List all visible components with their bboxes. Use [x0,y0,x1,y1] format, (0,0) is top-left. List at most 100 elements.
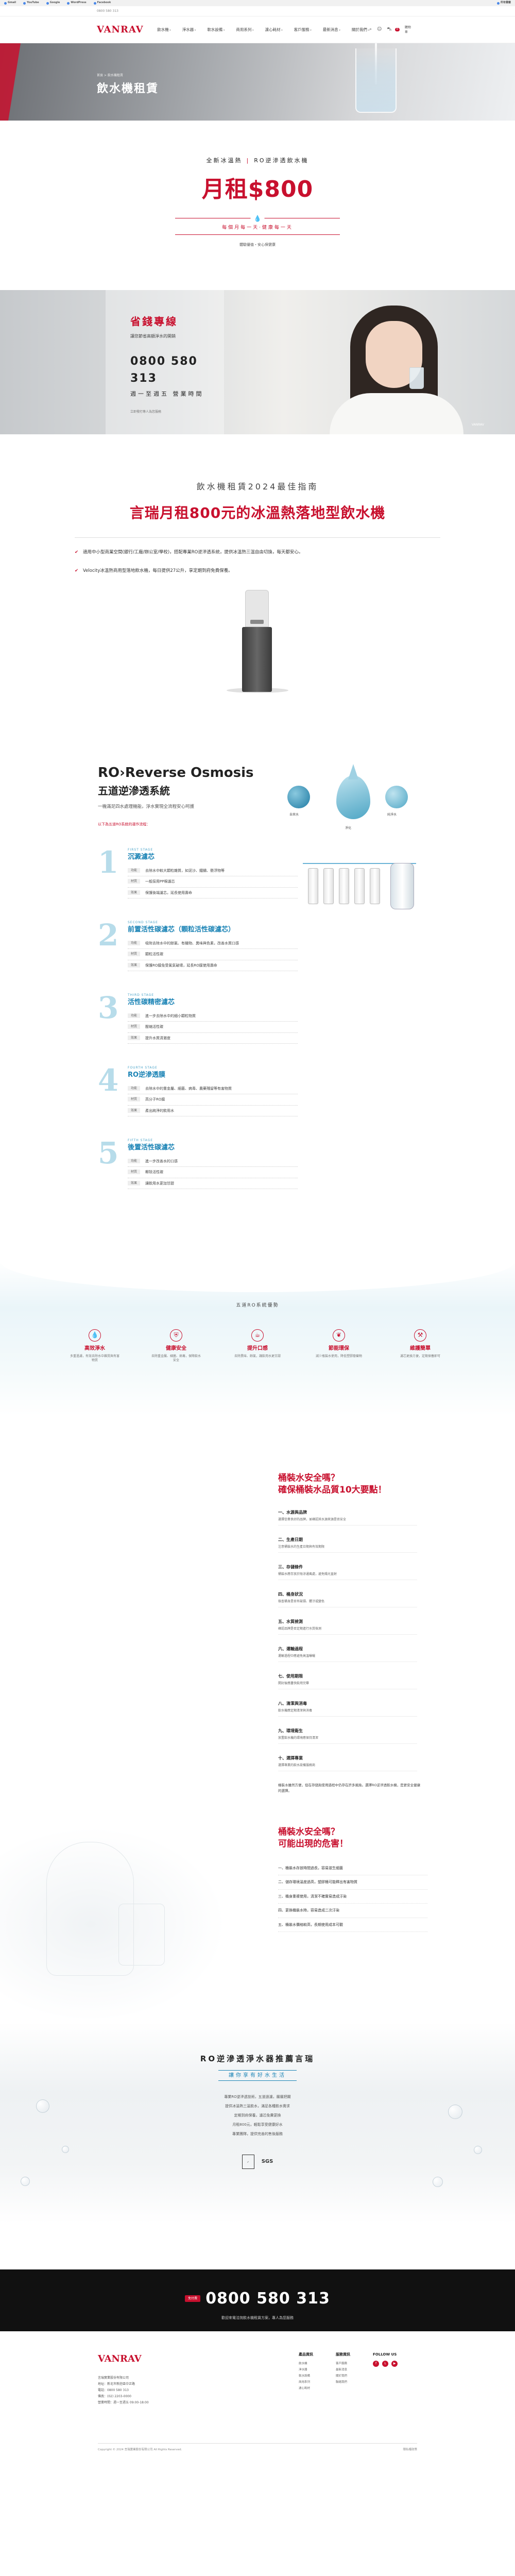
shield-icon: ⛨ [170,1329,182,1342]
topbar-phone[interactable]: 0800 580 313 [97,9,118,13]
benefits-title: 五道RO系統優勢 [236,1303,279,1309]
promo-divider-bottom [175,234,340,235]
bookmark-item[interactable]: YouTube [23,1,39,5]
stage-name: 前置活性碳濾芯（顆粒活性碳濾芯） [128,926,235,934]
molecule-icon [287,786,310,808]
bookmark-icon [4,2,7,5]
nav-item[interactable]: 軟水設備 [207,27,225,33]
footer-link[interactable]: 淨水器 [299,2367,313,2373]
sgs-label: SGS [261,2159,273,2165]
recommend-tagline: 讓你享有好水生活 [218,2070,297,2081]
safety-item: 六、運輸過程 運輸過程中應避免高溫曝曬 [278,1646,417,1663]
footer-link[interactable]: 商用系列 [299,2379,313,2385]
bubble-decoration [474,2146,482,2155]
bubble-decoration [36,2099,49,2113]
bottled-water-danger-section: 桶裝水安全嗎？ 可能出現的危害！ 一、桶裝水存放時間過長，容易滋生細菌 二、儲存… [0,1826,515,2023]
footer-link[interactable]: 軟水設備 [299,2373,313,2379]
site-logo[interactable]: VANRAV [97,23,151,37]
ro-filter-system-image [303,853,416,920]
bookmark-item[interactable]: Google [46,1,60,5]
safety-item: 九、環境衛生 放置飲水機的環境應保持清潔 [278,1728,417,1744]
promo-note: 體驗優值・安心保健康 [239,243,276,247]
leaf-icon: ❦ [333,1329,345,1342]
guide-item: 適用中小型商業空間(銀行/工廠/辦公室/學校)，搭配專業RO逆滲透系統，提供冰溫… [75,549,440,556]
hotline-banner: 省錢專線 讓您節省高額淨水的開銷 0800 580 313 週一至週五 營業時間… [0,290,515,434]
ro-note: 以下為五道RO系統的運作流程： [98,822,150,826]
promo-price: 月租$800 [201,176,314,202]
footer-link[interactable]: 飲水機 [299,2361,313,2367]
danger-item: 一、桶裝水存放時間過長，容易滋生細菌 [278,1861,427,1876]
wrench-icon: ⚒ [414,1329,426,1342]
water-drop-icon: 💧 [89,1329,101,1342]
social-links: f L ▶ [373,2360,398,2367]
bookmark-item[interactable]: 所有書籤 [496,1,511,5]
hotline-desc: 讓您節省高額淨水的開銷 [130,333,176,338]
ro-section: RO›Reverse Osmosis 五道逆滲透系統 一機滿足四水處理機能，淨水… [0,703,515,909]
promo-subtitle: 全新冰溫熱 | RO逆滲透飲水機 [206,157,309,164]
stage-name: 後置活性碳濾芯 [128,1144,175,1152]
footer-link[interactable]: 最新消息 [336,2367,350,2373]
bookmark-icon [23,2,26,5]
nav-item[interactable]: 商用系列 [236,27,253,33]
hotline-phone[interactable]: 0800 580 313 [130,353,224,387]
guide-label: 飲水機租賃2024最佳指南 [196,481,319,492]
footer-link[interactable]: 聯絡我們 [336,2379,350,2385]
guide-section: 飲水機租賃2024最佳指南 言瑞月租800元的冰溫熱落地型飲水機 適用中小型商業… [0,434,515,704]
bottled-water-safety-section: 桶裝水安全嗎？ 確保桶裝水品質10大要點！ 一、水源與品牌 選擇信譽良好的品牌，並… [0,1416,515,1793]
hotline-note: 立即撥打專人為您服務 [130,410,162,414]
nav-item[interactable]: 飲水機 [157,27,171,33]
danger-item: 三、桶身重複使用，清潔不確實易造成汙染 [278,1890,427,1904]
stage-number: 5 [98,1136,119,1171]
nav-item[interactable]: 客戶服務 [294,27,312,33]
water-drop-icon: 💧 [250,213,265,223]
filter-stage: 4 FOURTH STAGE RO逆滲透膜 功能 去除水中的重金屬、細菌、病毒、農… [98,1065,515,1117]
bookmark-item[interactable]: Gmail [4,1,16,5]
safety-question: 桶裝水安全嗎？ 確保桶裝水品質10大要點！ [278,1473,387,1496]
cta-phone[interactable]: 0800 580 313 [205,2287,330,2310]
benefit-item: ⛨ 健康安全 去除重金屬、細菌、病毒，保障飲水安全 [150,1329,202,1363]
benefit-item: ☕ 提升口感 去除異味、餘氯，讓飲用水更甘甜 [232,1329,283,1363]
stage-name: 活性碳精密濾芯 [128,998,175,1007]
cart-label[interactable]: 購物車 [405,25,412,35]
safety-list: 一、水源與品牌 選擇信譽良好的品牌，並確認其水源來源是否安全 二、生產日期 注意桶裝… [278,1510,417,1772]
benefit-item: ❦ 節能環保 減少瓶裝水使用，降低塑膠廢棄物 [313,1329,365,1363]
guide-item: Velocity冰溫熱商用型落地飲水機，每日提供27公升，享定期到府免費保養。 [75,568,440,574]
nav-item[interactable]: 濾心耗材 [265,27,283,33]
benefit-item: ⚒ 維護簡單 濾芯更換方便，定期保養即可 [394,1329,446,1363]
footer-link[interactable]: 客戶服務 [336,2361,350,2367]
safety-item: 八、清潔與消毒 飲水機應定期清潔與消毒 [278,1701,417,1717]
hotline-title: 省錢專線 [130,315,178,328]
nav-item[interactable]: 最新消息 [323,27,340,33]
bookmark-bar: Gmail YouTube Google WordPress Facebook … [0,0,515,6]
breadcrumb[interactable]: 首頁 > 飲水機租賃 [97,73,123,78]
youtube-icon[interactable]: ▶ [391,2360,398,2367]
footer-link[interactable]: 濾心耗材 [299,2385,313,2392]
stage-name: RO逆滲透膜 [128,1071,166,1079]
nav-item[interactable]: 關於我們 [352,27,369,33]
safety-item: 四、桶身狀況 檢查桶身是否有破損、髒汙或變色 [278,1591,417,1608]
bookmark-item[interactable]: Facebook [93,1,111,5]
bookmark-item[interactable]: WordPress [67,1,87,5]
bubble-decoration [433,2177,443,2188]
ro-title: RO›Reverse Osmosis [98,765,254,781]
user-icon[interactable]: ☺ [377,26,382,33]
benefit-item: 💧 高效淨水 多重過濾，有效去除水中雜質與有害物質 [69,1329,121,1363]
privacy-link[interactable]: 隱私權政策 [403,2448,417,2452]
facebook-icon[interactable]: f [373,2360,379,2367]
hotline-watermark: VANRAV [471,422,484,427]
bubble-decoration [448,2105,462,2120]
search-icon[interactable]: ⌕ [369,26,372,33]
woman-drinking-photo [309,290,494,434]
stage-number: 1 [98,845,119,880]
stage-number: 3 [98,990,119,1026]
cart-count-badge: 0 [394,27,400,32]
safety-item: 十、選擇專業 選擇專業的飲水設備服務商 [278,1755,417,1772]
bubble-decoration [62,2146,69,2154]
recommend-lines: 專業RO逆滲透技術，五道過濾，層層把關 提供冰溫熱三溫飲水，滿足各種飲水需求 定… [224,2094,291,2137]
call-to-action: 免付費 0800 580 313 歡迎來電洽詢飲水機租賃方案，專人為您服務 [0,2269,515,2332]
cart-icon[interactable]: ⛍ [387,26,391,33]
line-icon[interactable]: L [382,2360,388,2367]
footer-link[interactable]: 關於我們 [336,2373,350,2379]
nav-item[interactable]: 淨水器 [182,27,196,33]
filter-stages: 1 FIRST STAGE 沉澱濾芯 功能 去除水中較大顆粒雜質，如泥沙、鐵鏽、懸… [0,827,515,1190]
